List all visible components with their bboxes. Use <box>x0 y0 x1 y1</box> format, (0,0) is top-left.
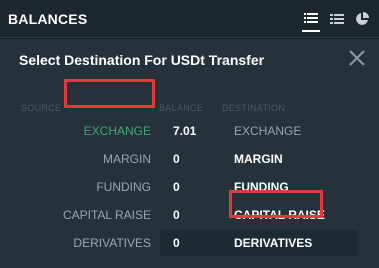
panel-title: BALANCES <box>8 11 88 27</box>
column-header-source: SOURCE <box>21 103 62 113</box>
balance-funding: 0 <box>173 180 180 194</box>
list-icon[interactable] <box>304 12 318 26</box>
annotation-box-source <box>64 79 155 108</box>
wallet-row-exchange: EXCHANGE 7.01 EXCHANGE <box>0 118 379 144</box>
destination-wallet-exchange: EXCHANGE <box>234 124 302 138</box>
source-wallet-derivatives[interactable]: DERIVATIVES <box>73 236 151 250</box>
active-view-indicator <box>302 30 320 32</box>
source-wallet-exchange[interactable]: EXCHANGE <box>84 124 151 138</box>
balance-derivatives: 0 <box>173 236 180 250</box>
destination-wallet-margin[interactable]: MARGIN <box>234 152 283 166</box>
balances-panel: BALANCES Select Destination For USDt Tra… <box>0 0 379 268</box>
balance-capital-raise: 0 <box>173 208 180 222</box>
annotation-box-destination <box>229 190 323 218</box>
destination-wallet-derivatives[interactable]: DERIVATIVES <box>234 236 312 250</box>
modal-title: Select Destination For USDt Transfer <box>19 52 265 68</box>
wallet-row-derivatives: DERIVATIVES 0 DERIVATIVES <box>0 230 379 256</box>
balance-exchange: 7.01 <box>173 124 197 138</box>
source-wallet-margin[interactable]: MARGIN <box>103 152 151 166</box>
source-wallet-capital-raise[interactable]: CAPITAL RAISE <box>63 208 151 222</box>
close-icon[interactable] <box>347 48 367 68</box>
detailed-list-icon[interactable] <box>330 12 344 26</box>
balance-margin: 0 <box>173 152 180 166</box>
pie-chart-icon[interactable] <box>355 12 369 26</box>
wallet-row-margin: MARGIN 0 MARGIN <box>0 146 379 172</box>
panel-header: BALANCES <box>0 0 379 38</box>
column-header-balance: BALANCE <box>159 103 204 113</box>
transfer-destination-modal: Select Destination For USDt Transfer SOU… <box>0 39 379 268</box>
column-header-destination: DESTINATION <box>222 103 286 113</box>
source-wallet-funding[interactable]: FUNDING <box>96 180 151 194</box>
